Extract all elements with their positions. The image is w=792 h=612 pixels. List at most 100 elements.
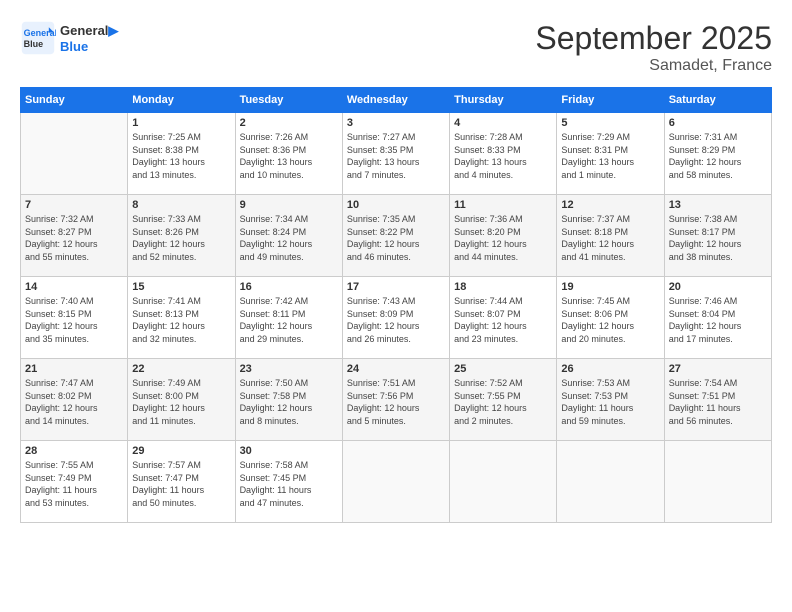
weekday-header-row: SundayMondayTuesdayWednesdayThursdayFrid…: [21, 88, 772, 113]
day-info: Sunrise: 7:28 AM Sunset: 8:33 PM Dayligh…: [454, 131, 552, 181]
location: Samadet, France: [535, 57, 772, 75]
day-number: 28: [25, 445, 123, 457]
day-number: 9: [240, 199, 338, 211]
logo: General Blue General▶ Blue: [20, 20, 118, 56]
title-section: September 2025 Samadet, France: [535, 20, 772, 75]
day-number: 27: [669, 363, 767, 375]
day-cell: 15Sunrise: 7:41 AM Sunset: 8:13 PM Dayli…: [128, 277, 235, 359]
day-info: Sunrise: 7:26 AM Sunset: 8:36 PM Dayligh…: [240, 131, 338, 181]
day-cell: 30 Sunrise: 7:58 AM Sunset: 7:45 PM Dayli…: [235, 441, 342, 523]
day-info: Sunrise: 7:51 AM Sunset: 7:56 PM Dayligh…: [347, 377, 445, 427]
day-number: 21: [25, 363, 123, 375]
day-cell: 17Sunrise: 7:43 AM Sunset: 8:09 PM Dayli…: [342, 277, 449, 359]
day-info: Sunrise: 7:40 AM Sunset: 8:15 PM Dayligh…: [25, 295, 123, 345]
weekday-header-saturday: Saturday: [664, 88, 771, 113]
day-number: 23: [240, 363, 338, 375]
day-cell: 22 Sunrise: 7:49 AM Sunset: 8:00 PM Dayli…: [128, 359, 235, 441]
day-number: 16: [240, 281, 338, 293]
day-number: 12: [561, 199, 659, 211]
day-number: 7: [25, 199, 123, 211]
day-cell: [21, 113, 128, 195]
week-row-2: 7 Sunrise: 7:32 AM Sunset: 8:27 PM Daylig…: [21, 195, 772, 277]
day-info: Sunrise: 7:53 AM Sunset: 7:53 PM Dayligh…: [561, 377, 659, 427]
day-number: 24: [347, 363, 445, 375]
day-info: Sunrise: 7:47 AM Sunset: 8:02 PM Dayligh…: [25, 377, 123, 427]
day-cell: 27 Sunrise: 7:54 AM Sunset: 7:51 PM Dayli…: [664, 359, 771, 441]
day-cell: 19 Sunrise: 7:45 AM Sunset: 8:06 PM Dayli…: [557, 277, 664, 359]
day-cell: 20Sunrise: 7:46 AM Sunset: 8:04 PM Dayli…: [664, 277, 771, 359]
day-number: 22: [132, 363, 230, 375]
weekday-header-friday: Friday: [557, 88, 664, 113]
weekday-header-monday: Monday: [128, 88, 235, 113]
day-cell: 28 Sunrise: 7:55 AM Sunset: 7:49 PM Dayli…: [21, 441, 128, 523]
day-info: Sunrise: 7:29 AM Sunset: 8:31 PM Dayligh…: [561, 131, 659, 181]
day-info: Sunrise: 7:44 AM Sunset: 8:07 PM Dayligh…: [454, 295, 552, 345]
day-number: 2: [240, 117, 338, 129]
day-cell: 25Sunrise: 7:52 AM Sunset: 7:55 PM Dayli…: [450, 359, 557, 441]
day-info: Sunrise: 7:34 AM Sunset: 8:24 PM Dayligh…: [240, 213, 338, 263]
day-number: 5: [561, 117, 659, 129]
weekday-header-wednesday: Wednesday: [342, 88, 449, 113]
day-number: 1: [132, 117, 230, 129]
day-info: Sunrise: 7:38 AM Sunset: 8:17 PM Dayligh…: [669, 213, 767, 263]
day-number: 26: [561, 363, 659, 375]
day-info: Sunrise: 7:32 AM Sunset: 8:27 PM Dayligh…: [25, 213, 123, 263]
logo-icon: General Blue: [20, 20, 56, 56]
day-number: 3: [347, 117, 445, 129]
day-number: 14: [25, 281, 123, 293]
day-number: 11: [454, 199, 552, 211]
month-title: September 2025: [535, 20, 772, 57]
day-cell: 29Sunrise: 7:57 AM Sunset: 7:47 PM Dayli…: [128, 441, 235, 523]
day-cell: 24 Sunrise: 7:51 AM Sunset: 7:56 PM Dayli…: [342, 359, 449, 441]
day-number: 8: [132, 199, 230, 211]
day-number: 19: [561, 281, 659, 293]
day-cell: 18Sunrise: 7:44 AM Sunset: 8:07 PM Dayli…: [450, 277, 557, 359]
day-cell: 16 Sunrise: 7:42 AM Sunset: 8:11 PM Dayli…: [235, 277, 342, 359]
day-info: Sunrise: 7:31 AM Sunset: 8:29 PM Dayligh…: [669, 131, 767, 181]
weekday-header-thursday: Thursday: [450, 88, 557, 113]
day-info: Sunrise: 7:58 AM Sunset: 7:45 PM Dayligh…: [240, 459, 338, 509]
day-cell: 10 Sunrise: 7:35 AM Sunset: 8:22 PM Dayli…: [342, 195, 449, 277]
day-cell: [664, 441, 771, 523]
day-number: 10: [347, 199, 445, 211]
day-cell: 1 Sunrise: 7:25 AM Sunset: 8:38 PM Daylig…: [128, 113, 235, 195]
day-cell: 9 Sunrise: 7:34 AM Sunset: 8:24 PM Daylig…: [235, 195, 342, 277]
day-info: Sunrise: 7:54 AM Sunset: 7:51 PM Dayligh…: [669, 377, 767, 427]
day-number: 6: [669, 117, 767, 129]
day-cell: 8 Sunrise: 7:33 AM Sunset: 8:26 PM Daylig…: [128, 195, 235, 277]
day-cell: [450, 441, 557, 523]
day-cell: [342, 441, 449, 523]
day-cell: 3Sunrise: 7:27 AM Sunset: 8:35 PM Daylig…: [342, 113, 449, 195]
day-cell: 21 Sunrise: 7:47 AM Sunset: 8:02 PM Dayli…: [21, 359, 128, 441]
day-cell: 4Sunrise: 7:28 AM Sunset: 8:33 PM Daylig…: [450, 113, 557, 195]
day-cell: 2 Sunrise: 7:26 AM Sunset: 8:36 PM Daylig…: [235, 113, 342, 195]
day-cell: 13 Sunrise: 7:38 AM Sunset: 8:17 PM Dayli…: [664, 195, 771, 277]
weekday-header-sunday: Sunday: [21, 88, 128, 113]
day-info: Sunrise: 7:37 AM Sunset: 8:18 PM Dayligh…: [561, 213, 659, 263]
day-info: Sunrise: 7:55 AM Sunset: 7:49 PM Dayligh…: [25, 459, 123, 509]
day-info: Sunrise: 7:35 AM Sunset: 8:22 PM Dayligh…: [347, 213, 445, 263]
day-number: 13: [669, 199, 767, 211]
day-number: 30: [240, 445, 338, 457]
day-info: Sunrise: 7:49 AM Sunset: 8:00 PM Dayligh…: [132, 377, 230, 427]
day-info: Sunrise: 7:42 AM Sunset: 8:11 PM Dayligh…: [240, 295, 338, 345]
day-info: Sunrise: 7:33 AM Sunset: 8:26 PM Dayligh…: [132, 213, 230, 263]
svg-text:Blue: Blue: [24, 39, 44, 49]
header: General Blue General▶ Blue September 202…: [20, 20, 772, 75]
day-cell: 23Sunrise: 7:50 AM Sunset: 7:58 PM Dayli…: [235, 359, 342, 441]
day-number: 25: [454, 363, 552, 375]
day-cell: 26 Sunrise: 7:53 AM Sunset: 7:53 PM Dayli…: [557, 359, 664, 441]
day-info: Sunrise: 7:25 AM Sunset: 8:38 PM Dayligh…: [132, 131, 230, 181]
week-row-4: 21 Sunrise: 7:47 AM Sunset: 8:02 PM Dayli…: [21, 359, 772, 441]
day-number: 29: [132, 445, 230, 457]
week-row-3: 14 Sunrise: 7:40 AM Sunset: 8:15 PM Dayli…: [21, 277, 772, 359]
day-info: Sunrise: 7:36 AM Sunset: 8:20 PM Dayligh…: [454, 213, 552, 263]
day-number: 15: [132, 281, 230, 293]
day-cell: 6 Sunrise: 7:31 AM Sunset: 8:29 PM Daylig…: [664, 113, 771, 195]
page: General Blue General▶ Blue September 202…: [0, 0, 792, 612]
logo-text: General▶ Blue: [60, 23, 118, 54]
day-info: Sunrise: 7:45 AM Sunset: 8:06 PM Dayligh…: [561, 295, 659, 345]
day-cell: [557, 441, 664, 523]
day-cell: 14 Sunrise: 7:40 AM Sunset: 8:15 PM Dayli…: [21, 277, 128, 359]
day-number: 17: [347, 281, 445, 293]
